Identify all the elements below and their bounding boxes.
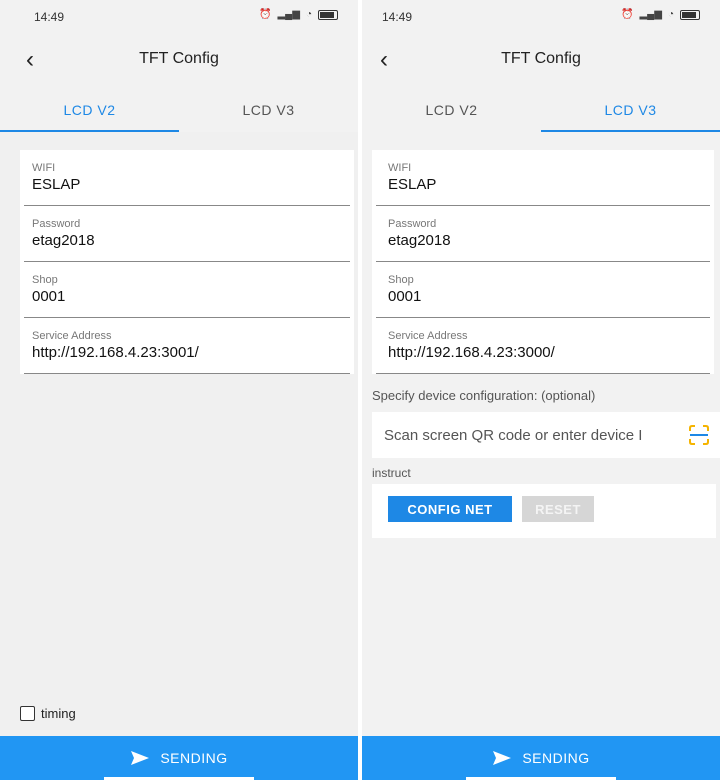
config-form: WIFI ESLAP Password etag2018 Shop 0001 S…	[20, 150, 354, 374]
status-bar: 14:49 ⏰ ▂▄▆ ◔	[0, 0, 358, 34]
instruct-panel: CONFIG NET RESET	[372, 484, 716, 538]
wifi-label: WIFI	[388, 162, 412, 174]
alarm-icon: ⏰	[259, 9, 272, 20]
alarm-icon: ⏰	[621, 9, 634, 20]
service-address-label: Service Address	[32, 330, 112, 342]
signal-icon: ▂▄▆	[639, 9, 662, 20]
wifi-value[interactable]: ESLAP	[388, 176, 710, 193]
config-form: WIFI ESLAP Password etag2018 Shop 0001 S…	[372, 150, 714, 374]
status-icons: ⏰ ▂▄▆ ◔	[259, 9, 338, 20]
status-bar: 14:49 ⏰ ▂▄▆ ◔	[362, 0, 720, 34]
tab-lcd-v2[interactable]: LCD V2	[0, 88, 179, 132]
send-arrow-icon	[131, 751, 150, 765]
shop-value[interactable]: 0001	[388, 288, 710, 305]
shop-field[interactable]: Shop 0001	[24, 262, 350, 318]
sending-label: SENDING	[522, 750, 590, 766]
sending-button[interactable]: SENDING	[0, 736, 358, 780]
password-value[interactable]: etag2018	[32, 232, 350, 249]
shop-value[interactable]: 0001	[32, 288, 350, 305]
battery-icon	[680, 9, 700, 20]
tab-lcd-v2[interactable]: LCD V2	[362, 88, 541, 132]
tab-bar: LCD V2 LCD V3	[362, 88, 720, 132]
page-title: TFT Config	[501, 50, 581, 67]
instruct-label: instruct	[372, 466, 411, 480]
device-config-input[interactable]	[384, 420, 674, 450]
timing-option[interactable]: timing	[20, 706, 76, 721]
password-label: Password	[32, 218, 81, 230]
timing-label: timing	[41, 706, 76, 721]
wifi-icon: ◔	[667, 9, 674, 20]
title-bar: ‹ TFT Config	[0, 34, 358, 88]
wifi-field[interactable]: WIFI ESLAP	[376, 150, 710, 206]
battery-icon	[318, 9, 338, 20]
service-address-label: Service Address	[388, 330, 468, 342]
sending-label: SENDING	[160, 750, 228, 766]
shop-field[interactable]: Shop 0001	[376, 262, 710, 318]
wifi-value[interactable]: ESLAP	[32, 176, 350, 193]
page-title: TFT Config	[139, 50, 219, 67]
right-screen: 14:49 ⏰ ▂▄▆ ◔ ‹ TFT Config LCD V2 LCD V3…	[362, 0, 720, 780]
status-time: 14:49	[382, 10, 413, 24]
sending-button[interactable]: SENDING	[362, 736, 720, 780]
signal-icon: ▂▄▆	[277, 9, 300, 20]
status-icons: ⏰ ▂▄▆ ◔	[621, 9, 700, 20]
status-time: 14:49	[34, 10, 65, 24]
config-net-button[interactable]: CONFIG NET	[388, 496, 512, 522]
wifi-label: WIFI	[32, 162, 56, 174]
tab-lcd-v3[interactable]: LCD V3	[541, 88, 720, 132]
left-screen: 14:49 ⏰ ▂▄▆ ◔ ‹ TFT Config LCD V2 LCD V3…	[0, 0, 358, 780]
tab-bar: LCD V2 LCD V3	[0, 88, 358, 132]
service-address-field[interactable]: Service Address http://192.168.4.23:3000…	[376, 318, 710, 374]
send-arrow-icon	[493, 751, 512, 765]
password-field[interactable]: Password etag2018	[24, 206, 350, 262]
password-value[interactable]: etag2018	[388, 232, 710, 249]
shop-label: Shop	[32, 274, 58, 286]
timing-checkbox[interactable]	[20, 706, 35, 721]
tab-lcd-v3[interactable]: LCD V3	[179, 88, 358, 132]
shop-label: Shop	[388, 274, 414, 286]
device-config-label: Specify device configuration: (optional)	[372, 388, 596, 403]
qr-scan-icon[interactable]	[688, 424, 710, 446]
wifi-field[interactable]: WIFI ESLAP	[24, 150, 350, 206]
device-config-box	[372, 412, 720, 458]
service-address-field[interactable]: Service Address http://192.168.4.23:3001…	[24, 318, 350, 374]
service-address-value[interactable]: http://192.168.4.23:3000/	[388, 344, 710, 361]
reset-button: RESET	[522, 496, 594, 522]
title-bar: ‹ TFT Config	[362, 34, 720, 88]
password-field[interactable]: Password etag2018	[376, 206, 710, 262]
wifi-icon: ◔	[305, 9, 312, 20]
password-label: Password	[388, 218, 437, 230]
service-address-value[interactable]: http://192.168.4.23:3001/	[32, 344, 350, 361]
